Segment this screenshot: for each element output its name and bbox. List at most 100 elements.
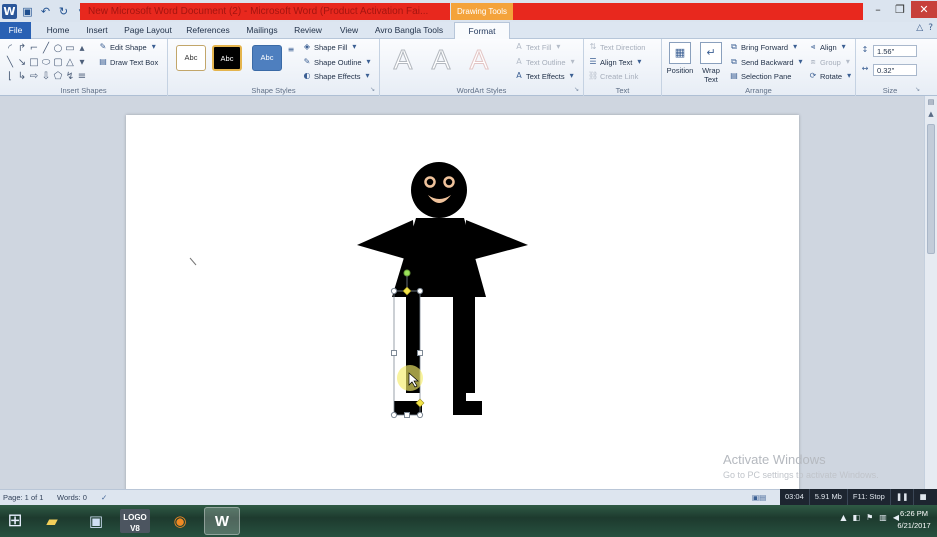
word-logo-icon[interactable]: W (2, 3, 17, 19)
position-button[interactable]: ▦ Position (665, 42, 695, 75)
rect2-shape-icon[interactable]: □ (28, 56, 40, 70)
right-leg-shape[interactable] (453, 291, 475, 393)
stop-icon[interactable]: ■ (914, 489, 931, 505)
pause-icon[interactable]: ❚❚ (891, 489, 915, 505)
minimize-ribbon-icon[interactable]: △ (916, 23, 923, 33)
tray-app-icon[interactable]: ◧ (853, 513, 861, 522)
windows-start-icon[interactable]: ⊞ (2, 508, 28, 534)
text-effects-button[interactable]: A Text Effects ▾ (514, 71, 577, 81)
file-explorer-icon[interactable]: ▰ (34, 507, 70, 535)
proofing-icon[interactable]: ✓ (101, 490, 107, 505)
resize-handle[interactable] (417, 350, 423, 356)
align-button[interactable]: ⫷ Align ▾ (808, 42, 849, 52)
arrow-line-icon[interactable]: ↘ (16, 56, 28, 70)
wordart-styles-launcher-icon[interactable]: ↘ (574, 87, 581, 94)
network-icon[interactable]: ▥ (879, 513, 887, 522)
curved-arrow-icon[interactable]: ↯ (64, 70, 76, 84)
styles-gallery-scroll[interactable]: ≡ (286, 45, 296, 55)
document-page[interactable] (126, 115, 799, 491)
edit-shape-button[interactable]: ✎ Edit Shape ▾ (98, 42, 159, 52)
group-button[interactable]: ⧈ Group ▾ (808, 57, 853, 67)
wordart-style-1[interactable]: A (386, 44, 420, 76)
tab-avro-bangla-tools[interactable]: Avro Bangla Tools (370, 22, 448, 39)
shape-height-field[interactable]: 1.56" (873, 45, 917, 57)
rotation-handle[interactable] (403, 269, 411, 277)
ellipse-shape-icon[interactable]: ⬭ (40, 56, 52, 70)
tab-view[interactable]: View (334, 22, 364, 39)
lshape-icon[interactable]: ⌐ (28, 42, 40, 56)
tray-expand-icon[interactable]: ▲ (840, 513, 846, 522)
tab-insert[interactable]: Insert (80, 22, 114, 39)
undo-icon[interactable]: ↶ (38, 4, 53, 19)
rotate-button[interactable]: ⟳ Rotate ▾ (808, 71, 854, 81)
resize-handle[interactable] (390, 287, 398, 295)
elbow-arrow-icon[interactable]: ↳ (16, 70, 28, 84)
right-arrow-shape-icon[interactable]: ⇨ (28, 70, 40, 84)
computer-icon[interactable]: ▣ (78, 507, 114, 535)
curve-shape-icon[interactable]: ↱ (16, 42, 28, 56)
bring-forward-button[interactable]: ⧉ Bring Forward ▾ (729, 42, 800, 52)
shape-style-white-swatch[interactable]: Abc (176, 45, 206, 71)
triangle-shape-icon[interactable]: △ (64, 56, 76, 70)
tab-review[interactable]: Review (289, 22, 327, 39)
selection-pane-button[interactable]: ▤ Selection Pane (729, 71, 791, 81)
tab-references[interactable]: References (182, 22, 234, 39)
wrap-text-button[interactable]: ↵ Wrap Text (696, 42, 726, 84)
vertical-scrollbar[interactable]: ▤ ▲ (924, 96, 937, 489)
shape-style-blue-swatch[interactable]: Abc (252, 45, 282, 71)
wordart-style-2[interactable]: A (424, 44, 458, 76)
gallery-expand-icon[interactable]: ≡ (76, 70, 88, 84)
down-arrow-shape-icon[interactable]: ⇩ (40, 70, 52, 84)
scroll-thumb[interactable] (927, 124, 935, 254)
word-count-status[interactable]: Words: 0 (57, 490, 87, 505)
head-shape[interactable] (411, 162, 467, 218)
resize-handle[interactable] (416, 287, 424, 295)
resize-handle[interactable] (416, 411, 424, 419)
taskbar-clock[interactable]: 6:26 PM 6/21/2017 (897, 508, 931, 532)
line-shape-icon[interactable]: ╱ (40, 42, 52, 56)
close-button[interactable]: ✕ (911, 1, 937, 18)
tab-page-layout[interactable]: Page Layout (120, 22, 176, 39)
shape-fill-button[interactable]: ◈ Shape Fill ▾ (302, 42, 359, 52)
flag-icon[interactable]: ⚑ (866, 513, 873, 522)
round-rect-shape-icon[interactable]: ▢ (52, 56, 64, 70)
resize-handle[interactable] (404, 412, 410, 418)
help-icon[interactable]: ? (928, 23, 933, 33)
arc-shape-icon[interactable]: ◜ (4, 42, 16, 56)
size-launcher-icon[interactable]: ↘ (915, 87, 922, 94)
tab-format[interactable]: Format (454, 22, 510, 39)
resize-handle[interactable] (390, 411, 398, 419)
diag-line-icon[interactable]: ╲ (4, 56, 16, 70)
more-shapes-up-icon[interactable]: ▴ (76, 42, 88, 56)
scroll-up-icon[interactable]: ▲ (925, 108, 937, 120)
word-taskbar-icon[interactable]: W (204, 507, 240, 535)
right-foot-shape[interactable] (453, 401, 482, 415)
tab-mailings[interactable]: Mailings (240, 22, 284, 39)
oval-shape-icon[interactable]: ○ (52, 42, 64, 56)
save-icon[interactable]: ▣ (20, 4, 35, 19)
view-buttons-icon[interactable]: ▣▤ (752, 490, 766, 505)
ruler-toggle-icon[interactable]: ▤ (925, 96, 937, 108)
restore-button[interactable]: ❐ (889, 1, 911, 18)
align-text-button[interactable]: ☰ Align Text ▾ (588, 57, 644, 67)
draw-text-box-button[interactable]: ▤ Draw Text Box (98, 57, 158, 67)
tab-home[interactable]: Home (41, 22, 75, 39)
text-outline-button[interactable]: A Text Outline ▾ (514, 57, 578, 67)
shape-effects-button[interactable]: ◐ Shape Effects ▾ (302, 71, 373, 81)
elbow-connector-icon[interactable]: ⌊ (4, 70, 16, 84)
create-link-button[interactable]: ⛓ Create Link (588, 71, 638, 81)
more-shapes-down-icon[interactable]: ▾ (76, 56, 88, 70)
shape-width-field[interactable]: 0.32" (873, 64, 917, 76)
logo-app-icon[interactable]: LOGO V8 (120, 509, 150, 533)
shape-styles-launcher-icon[interactable]: ↘ (370, 87, 377, 94)
text-fill-button[interactable]: A Text Fill ▾ (514, 42, 563, 52)
send-backward-button[interactable]: ⧉ Send Backward ▾ (729, 57, 806, 67)
tab-file[interactable]: File (0, 22, 31, 39)
shapes-gallery[interactable]: ◜ ↱ ⌐ ╱ ○ ▭ ▴ ╲ ↘ □ ⬭ ▢ △ ▾ ⌊ ↳ ⇨ ⇩ ⬠ ↯ (4, 42, 88, 84)
pentagon-shape-icon[interactable]: ⬠ (52, 70, 64, 84)
wordart-style-3[interactable]: A (462, 44, 496, 76)
rect-shape-icon[interactable]: ▭ (64, 42, 76, 56)
redo-icon[interactable]: ↻ (56, 4, 71, 19)
resize-handle[interactable] (391, 350, 397, 356)
minimize-button[interactable]: – (867, 1, 889, 18)
